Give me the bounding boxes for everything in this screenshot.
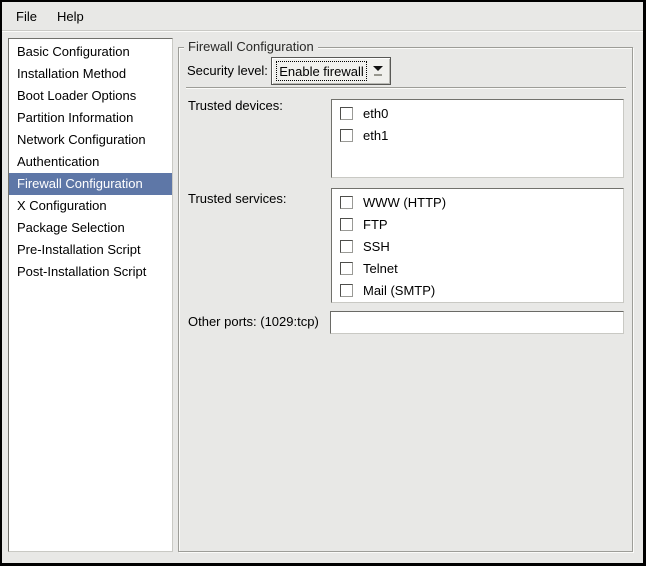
list-item[interactable]: eth0 xyxy=(332,102,623,124)
checkbox-telnet[interactable] xyxy=(340,262,353,275)
service-label: Telnet xyxy=(363,261,398,276)
sidebar-item-installation-method[interactable]: Installation Method xyxy=(9,63,172,85)
sidebar-item-firewall-configuration[interactable]: Firewall Configuration xyxy=(9,173,172,195)
window-background: File Help Basic Configuration Installati… xyxy=(2,2,643,563)
application-window: File Help Basic Configuration Installati… xyxy=(0,0,646,566)
sidebar-item-boot-loader-options[interactable]: Boot Loader Options xyxy=(9,85,172,107)
sidebar-item-pre-installation-script[interactable]: Pre-Installation Script xyxy=(9,239,172,261)
trusted-services-label: Trusted services: xyxy=(188,191,287,207)
dropdown-bar-icon xyxy=(374,74,382,76)
trusted-devices-label: Trusted devices: xyxy=(188,98,283,114)
list-item[interactable]: FTP xyxy=(332,213,623,235)
other-ports-input[interactable] xyxy=(330,311,624,334)
trusted-services-list: WWW (HTTP) FTP SSH Telnet Mail (SMTP) xyxy=(331,188,624,303)
horizontal-separator xyxy=(186,87,626,89)
checkbox-mail-smtp[interactable] xyxy=(340,284,353,297)
service-label: WWW (HTTP) xyxy=(363,195,446,210)
chevron-down-icon xyxy=(373,66,383,71)
menubar: File Help xyxy=(2,2,643,31)
checkbox-ftp[interactable] xyxy=(340,218,353,231)
list-item[interactable]: WWW (HTTP) xyxy=(332,191,623,213)
list-item[interactable]: Telnet xyxy=(332,257,623,279)
sidebar-item-post-installation-script[interactable]: Post-Installation Script xyxy=(9,261,172,283)
list-item[interactable]: eth1 xyxy=(332,124,623,146)
list-item[interactable]: SSH xyxy=(332,235,623,257)
checkbox-eth1[interactable] xyxy=(340,129,353,142)
checkbox-ssh[interactable] xyxy=(340,240,353,253)
frame-title: Firewall Configuration xyxy=(184,39,318,55)
other-ports-label: Other ports: (1029:tcp) xyxy=(188,314,319,330)
sidebar-item-basic-configuration[interactable]: Basic Configuration xyxy=(9,41,172,63)
security-level-label: Security level: xyxy=(187,63,268,79)
sidebar-item-package-selection[interactable]: Package Selection xyxy=(9,217,172,239)
menu-help[interactable]: Help xyxy=(47,5,94,28)
menu-file[interactable]: File xyxy=(6,5,47,28)
sidebar-item-authentication[interactable]: Authentication xyxy=(9,151,172,173)
service-label: FTP xyxy=(363,217,388,232)
service-label: Mail (SMTP) xyxy=(363,283,435,298)
security-level-dropdown[interactable]: Enable firewall xyxy=(271,57,391,85)
service-label: SSH xyxy=(363,239,390,254)
menu-file-label: File xyxy=(16,9,37,24)
list-item[interactable]: Mail (SMTP) xyxy=(332,279,623,301)
sidebar-item-x-configuration[interactable]: X Configuration xyxy=(9,195,172,217)
dropdown-indicator xyxy=(369,61,387,81)
checkbox-eth0[interactable] xyxy=(340,107,353,120)
sidebar-item-partition-information[interactable]: Partition Information xyxy=(9,107,172,129)
security-level-value: Enable firewall xyxy=(276,61,367,81)
sidebar-section-list: Basic Configuration Installation Method … xyxy=(8,38,173,552)
menu-help-label: Help xyxy=(57,9,84,24)
sidebar-item-network-configuration[interactable]: Network Configuration xyxy=(9,129,172,151)
checkbox-www-http[interactable] xyxy=(340,196,353,209)
device-label: eth0 xyxy=(363,106,388,121)
trusted-devices-list: eth0 eth1 xyxy=(331,99,624,178)
device-label: eth1 xyxy=(363,128,388,143)
